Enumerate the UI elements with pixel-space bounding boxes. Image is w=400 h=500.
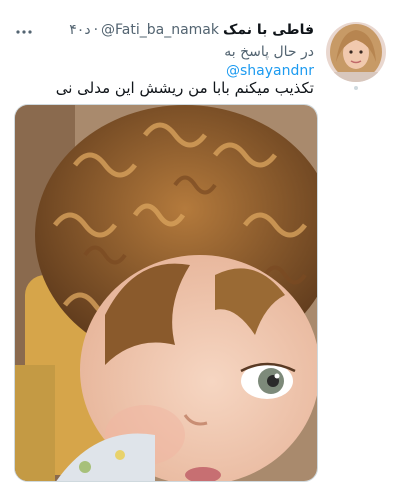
reply-mention-link[interactable]: @shayandnr: [226, 63, 314, 79]
tweet-header: فاطی با نمک @Fati_ba_namak · ۴۰د: [40, 22, 314, 38]
display-name[interactable]: فاطی با نمک: [223, 22, 314, 38]
replying-to-label: در حال پاسخ به: [224, 44, 314, 60]
user-avatar[interactable]: [326, 22, 386, 82]
tweet-media-image[interactable]: [14, 104, 318, 482]
tweet-time[interactable]: ۴۰د: [69, 22, 90, 38]
more-options-icon[interactable]: [14, 22, 34, 42]
thread-connector: [354, 86, 358, 90]
header-separator: ·: [93, 22, 99, 38]
user-handle[interactable]: @Fati_ba_namak: [101, 22, 219, 38]
tweet-text: تکذیب میکنم بابا من ریشش این مدلی نی: [55, 79, 314, 97]
